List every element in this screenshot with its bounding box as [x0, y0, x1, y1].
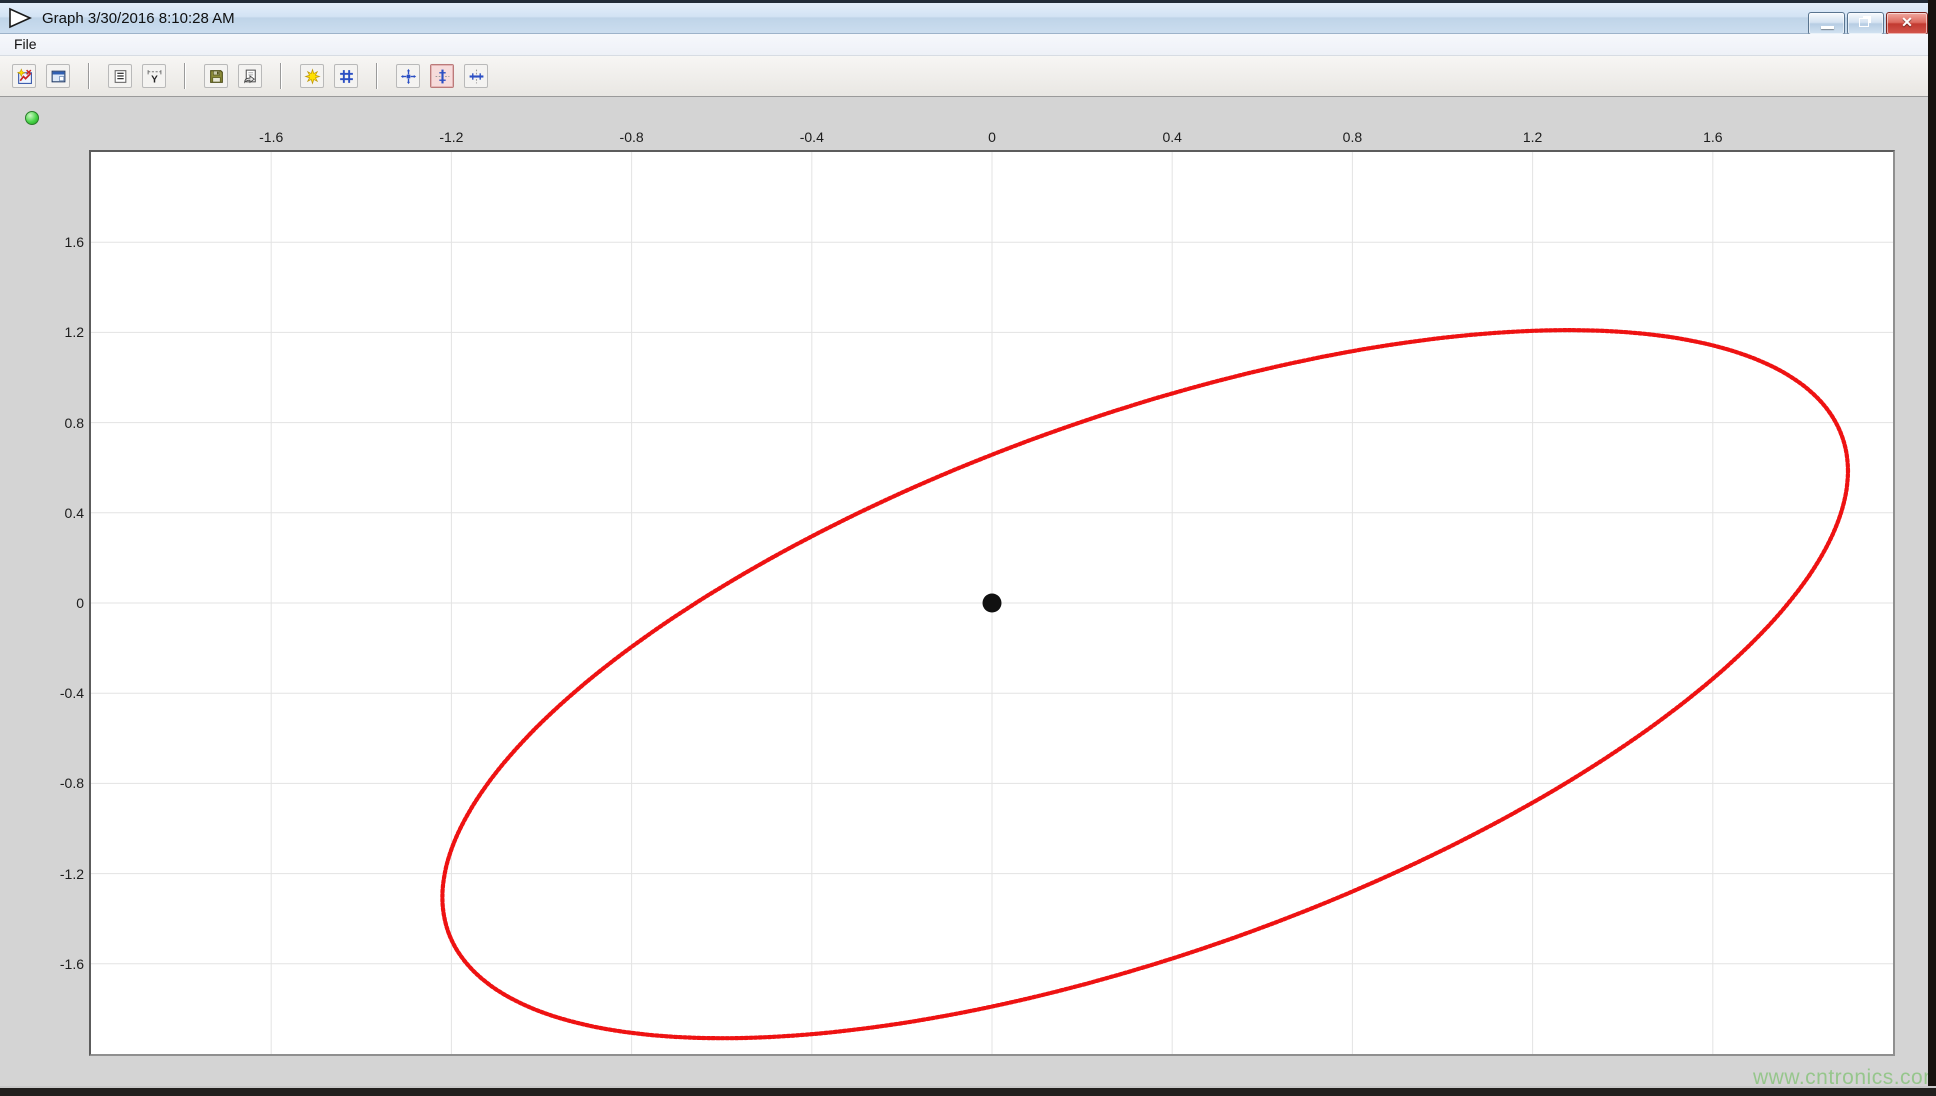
restore-button[interactable]: [1847, 12, 1884, 35]
close-button[interactable]: ✕: [1886, 12, 1928, 35]
export-page-icon: [242, 68, 259, 85]
toolbar-separator: [280, 63, 282, 89]
ellipse-trace: [442, 330, 1848, 1038]
client-area: [0, 97, 1936, 1096]
horizontal-cursor-icon: [468, 68, 485, 85]
data-list-icon: [112, 68, 129, 85]
window-layout-button[interactable]: [46, 64, 70, 88]
origin-cursor-point[interactable]: [983, 594, 1002, 613]
menu-item-file[interactable]: File: [0, 34, 47, 55]
desktop-edge-right: [1928, 0, 1936, 1096]
starburst-button[interactable]: [300, 64, 324, 88]
chart-wizard-button[interactable]: [12, 64, 36, 88]
toolbar-separator: [88, 63, 90, 89]
status-led: [25, 111, 39, 125]
data-list-button[interactable]: [108, 64, 132, 88]
toolbar: Y: [0, 56, 1936, 97]
close-icon: ✕: [1887, 14, 1927, 31]
y-axis-settings-icon: Y: [146, 68, 163, 85]
app-run-arrow-icon: [8, 7, 34, 29]
grid-button[interactable]: [334, 64, 358, 88]
window-title: Graph 3/30/2016 8:10:28 AM: [42, 10, 235, 27]
save-button[interactable]: [204, 64, 228, 88]
plot-area[interactable]: [91, 152, 1893, 1054]
menu-bar: File: [0, 34, 1936, 56]
save-icon: [208, 68, 225, 85]
horizontal-cursor-button[interactable]: [464, 64, 488, 88]
minimize-button[interactable]: [1808, 12, 1845, 35]
center-cursor-icon: [400, 68, 417, 85]
vertical-cursor-icon: [434, 68, 451, 85]
minimize-icon: [1821, 26, 1834, 29]
svg-text:Y: Y: [151, 74, 158, 85]
desktop-edge-bottom: [0, 1086, 1936, 1096]
toolbar-separator: [376, 63, 378, 89]
starburst-icon: [304, 68, 321, 85]
title-bar: Graph 3/30/2016 8:10:28 AM ✕: [0, 0, 1936, 34]
graph-window: Graph 3/30/2016 8:10:28 AM ✕ File Y -1.6…: [0, 0, 1936, 1096]
restore-icon: [1859, 18, 1869, 27]
window-layout-icon: [50, 68, 67, 85]
grid-icon: [338, 68, 355, 85]
plot-frame: [89, 150, 1895, 1056]
export-page-button[interactable]: [238, 64, 262, 88]
vertical-cursor-button[interactable]: [430, 64, 454, 88]
chart-wizard-icon: [16, 68, 33, 85]
toolbar-separator: [184, 63, 186, 89]
center-cursor-button[interactable]: [396, 64, 420, 88]
y-axis-settings-button[interactable]: Y: [142, 64, 166, 88]
